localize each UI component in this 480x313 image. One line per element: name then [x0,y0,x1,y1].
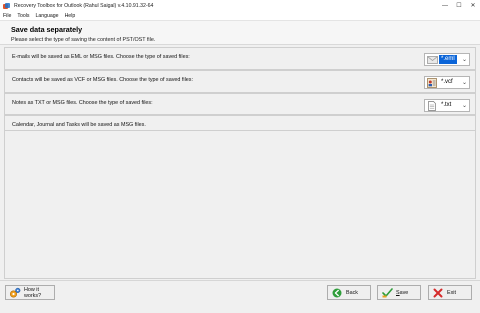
back-arrow-icon [331,287,343,299]
save-icon [381,287,393,299]
page-header: Save data separately Please select the t… [0,21,480,45]
notes-format-select[interactable]: *.txt ⌄ [424,99,470,112]
exit-button[interactable]: Exit [428,285,472,300]
contacts-row: Contacts will be saved as VCF or MSG fil… [4,70,476,93]
menu-language[interactable]: Language [35,13,58,19]
menu-bar: File Tools Language Help [0,12,480,21]
exit-label: Exit [447,289,456,296]
back-button[interactable]: Back [327,285,371,300]
notes-label: Notes as TXT or MSG files. Choose the ty… [12,100,153,106]
menu-tools[interactable]: Tools [17,13,29,19]
maximize-button[interactable]: ☐ [452,0,466,12]
calendar-label: Calendar, Journal and Tasks will be save… [12,122,146,128]
app-logo-icon [3,2,10,10]
page-title: Save data separately [11,25,83,34]
contacts-label: Contacts will be saved as VCF or MSG fil… [12,77,193,83]
chevron-down-icon: ⌄ [461,80,467,86]
menu-help[interactable]: Help [65,13,76,19]
contacts-format-select[interactable]: *.vcf ⌄ [424,76,470,89]
window-title: Recovery Toolbox for Outlook (Rahul Saig… [14,3,154,9]
emails-row: E-mails will be saved as EML or MSG file… [4,47,476,70]
emails-format-select[interactable]: *.eml ⌄ [424,53,470,66]
window-controls: — ☐ ✕ [438,0,480,12]
close-button[interactable]: ✕ [466,0,480,12]
notes-row: Notes as TXT or MSG files. Choose the ty… [4,93,476,115]
emails-label: E-mails will be saved as EML or MSG file… [12,54,190,60]
page-subtitle: Please select the type of saving the con… [11,37,156,43]
chevron-down-icon: ⌄ [461,103,467,109]
menu-file[interactable]: File [3,13,11,19]
title-bar: Recovery Toolbox for Outlook (Rahul Saig… [0,0,480,12]
exit-x-icon [432,287,444,299]
contact-card-icon [426,77,438,88]
minimize-button[interactable]: — [438,0,452,12]
chevron-down-icon: ⌄ [461,57,467,63]
save-label: Save [396,289,409,296]
save-button[interactable]: Save [377,285,421,300]
contacts-format-value: *.vcf [441,79,453,85]
notes-format-value: *.txt [441,102,452,108]
back-label: Back [346,289,358,296]
emails-format-value: *.eml [439,55,457,64]
content-area [4,131,476,279]
footer-divider [0,280,480,281]
gears-icon [9,287,21,299]
calendar-row: Calendar, Journal and Tasks will be save… [4,115,476,131]
how-it-works-button[interactable]: How it works? [5,285,55,300]
how-it-works-label: How it works? [24,286,42,299]
text-file-icon [426,100,438,111]
envelope-icon [426,54,438,65]
